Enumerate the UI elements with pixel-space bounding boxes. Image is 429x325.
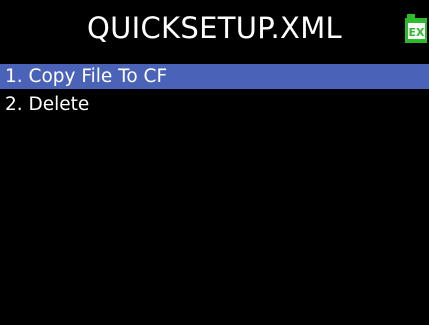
menu-item-delete[interactable]: 2. Delete [0, 92, 429, 117]
file-action-menu: 1. Copy File To CF 2. Delete [0, 64, 429, 117]
menu-item-label: 2. Delete [5, 94, 90, 115]
header-bar: QUICKSETUP.XML EX [0, 0, 429, 60]
file-title: QUICKSETUP.XML [87, 11, 342, 45]
file-icon-text: EX [409, 26, 426, 39]
menu-item-label: 1. Copy File To CF [5, 66, 168, 87]
excel-file-icon: EX [405, 14, 427, 43]
menu-item-copy-file-to-cf[interactable]: 1. Copy File To CF [0, 64, 429, 89]
